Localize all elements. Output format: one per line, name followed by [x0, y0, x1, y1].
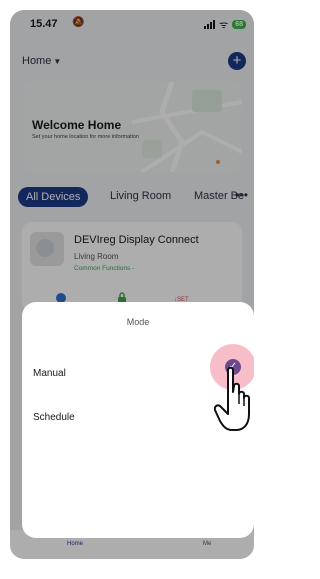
mode-option-manual[interactable]: Manual [22, 364, 242, 384]
mode-sheet-title: Mode [126, 317, 150, 327]
phone-screen: 15.47 🔕 ᯤ 68 Home ▼ + Welcome Home Set yo… [10, 10, 254, 559]
pointer-hand-icon [214, 366, 250, 431]
mode-option-label: Manual [33, 368, 66, 379]
mode-option-schedule[interactable]: Schedule [22, 408, 242, 428]
mode-option-label: Schedule [33, 412, 75, 423]
